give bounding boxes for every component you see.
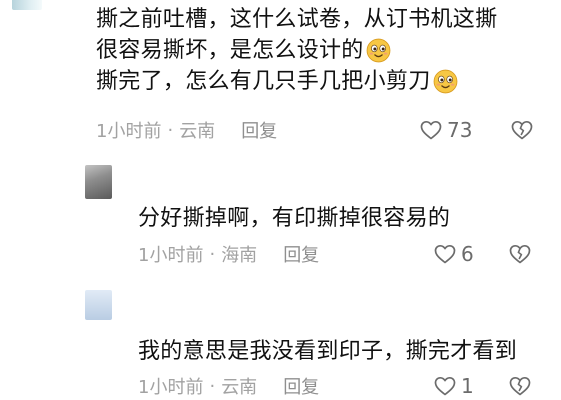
comment-thread: 撕之前吐槽，这什么试卷，从订书机这撕 很容易撕坏，是怎么设计的 撕完了，怎么有几… <box>0 0 561 400</box>
like-button[interactable]: 1 <box>433 373 474 399</box>
comment-line: 撕之前吐槽，这什么试卷，从订书机这撕 <box>96 7 498 32</box>
like-button[interactable]: 6 <box>433 241 474 267</box>
location: 海南 <box>221 245 258 266</box>
like-count: 1 <box>461 374 474 398</box>
reply-button[interactable]: 回复 <box>283 373 319 399</box>
reply-button[interactable]: 回复 <box>241 117 277 143</box>
broken-heart-icon[interactable] <box>510 118 534 142</box>
heart-icon <box>434 244 456 264</box>
avatar[interactable] <box>12 0 42 10</box>
like-button[interactable]: 73 <box>419 117 472 143</box>
heart-icon <box>434 376 456 396</box>
like-count: 73 <box>447 118 473 142</box>
main-comment-text: 撕之前吐槽，这什么试卷，从订书机这撕 很容易撕坏，是怎么设计的 撕完了，怎么有几… <box>96 4 497 97</box>
location: 云南 <box>179 121 216 142</box>
heart-icon <box>420 120 442 140</box>
reply-meta: 1小时前 · 海南 回复 <box>138 241 319 267</box>
location: 云南 <box>221 377 258 398</box>
reply-text: 我的意思是我没看到印子，撕完才看到 <box>138 339 518 364</box>
meta-separator: · <box>167 119 174 141</box>
smiling-face-emoji-icon <box>433 69 457 94</box>
smiling-face-emoji-icon <box>366 38 390 63</box>
reply-avatar[interactable] <box>85 165 112 199</box>
reply-meta: 1小时前 · 云南 回复 <box>138 373 319 399</box>
meta-separator: · <box>209 243 216 265</box>
comment-line: 很容易撕坏，是怎么设计的 <box>96 38 364 63</box>
timestamp: 1小时前 <box>96 121 162 142</box>
meta-separator: · <box>209 375 216 397</box>
like-count: 6 <box>461 242 474 266</box>
reply-avatar[interactable] <box>85 290 112 320</box>
reply-text: 分好撕掉啊，有印撕掉很容易的 <box>138 206 451 231</box>
timestamp: 1小时前 <box>138 245 204 266</box>
timestamp: 1小时前 <box>138 377 204 398</box>
comment-line: 撕完了，怎么有几只手几把小剪刀 <box>96 69 431 94</box>
broken-heart-icon[interactable] <box>508 374 532 398</box>
comment-meta: 1小时前 · 云南 回复 <box>96 117 277 143</box>
reply-button[interactable]: 回复 <box>283 241 319 267</box>
broken-heart-icon[interactable] <box>508 242 532 266</box>
